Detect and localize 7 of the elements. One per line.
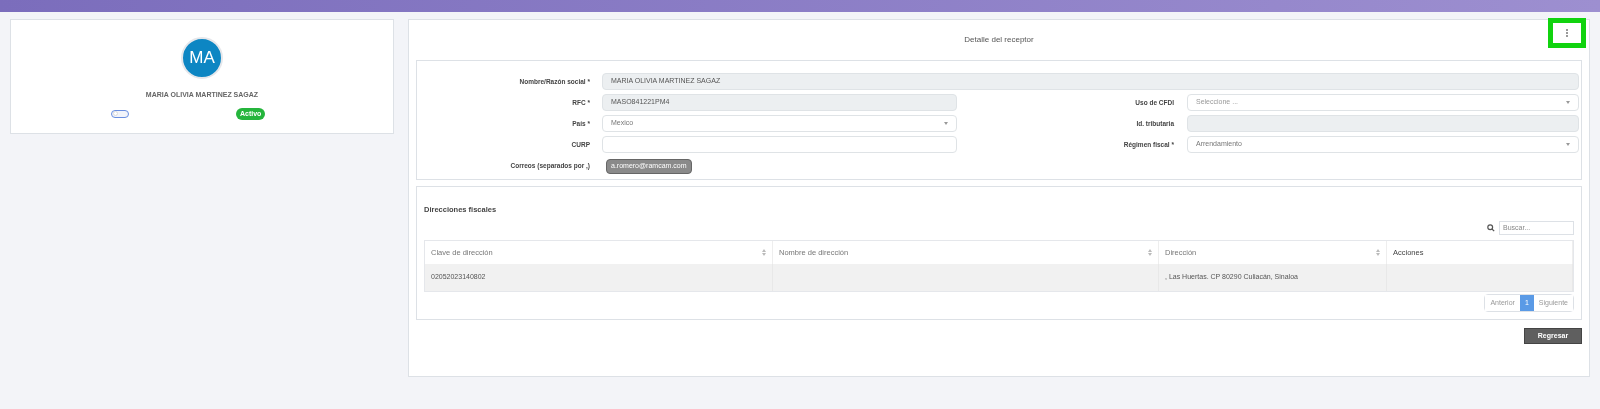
avatar: MA (181, 37, 223, 79)
caret-icon (944, 122, 948, 125)
caret-icon (1566, 143, 1570, 146)
toggle-switch[interactable] (111, 109, 129, 118)
panel-title: Detalle del receptor (964, 34, 1034, 46)
caret-icon (1566, 101, 1570, 104)
search-icon (1487, 224, 1495, 232)
